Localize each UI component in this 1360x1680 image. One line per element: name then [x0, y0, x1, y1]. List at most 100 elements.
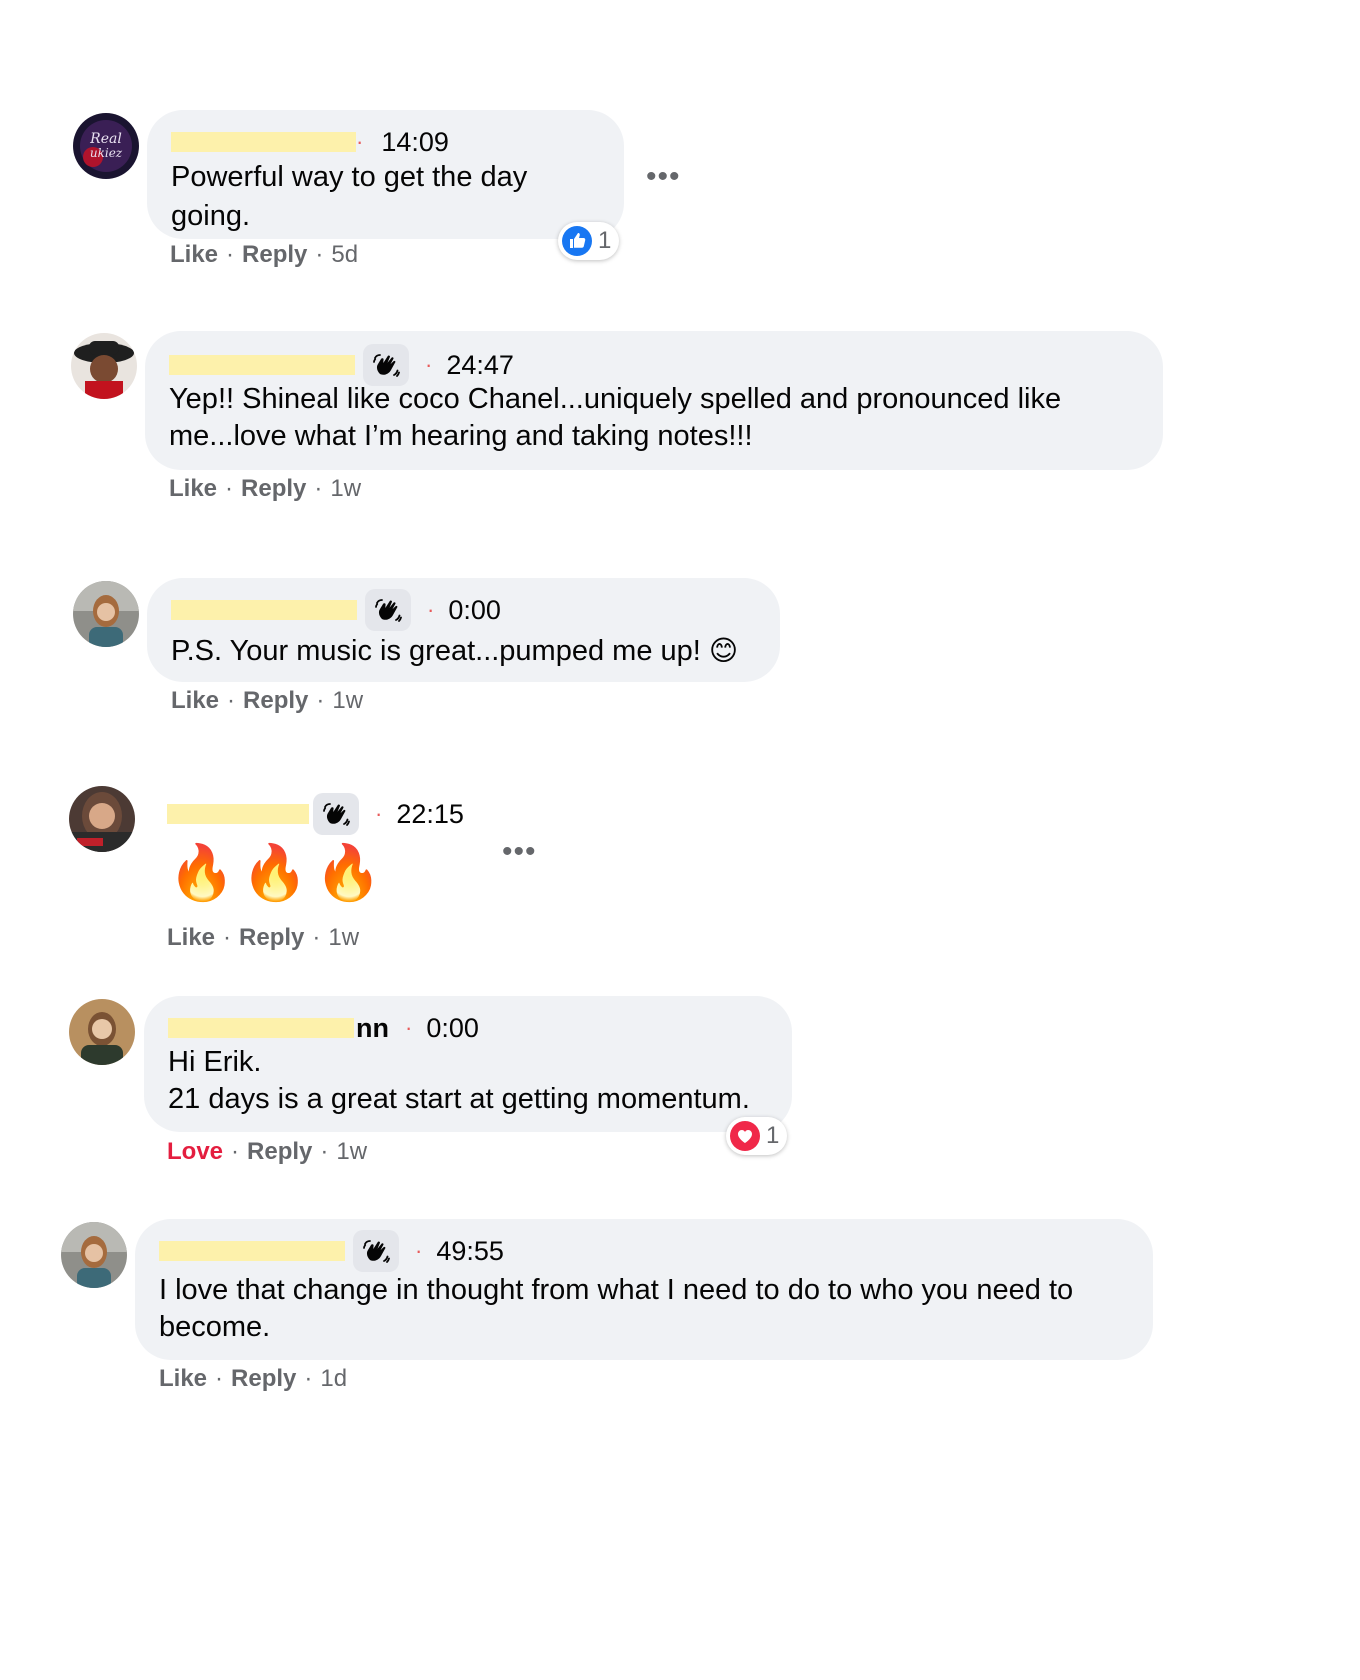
wave-badge[interactable] [353, 1230, 399, 1272]
timestamp[interactable]: 0:00 [448, 595, 501, 626]
wave-icon [363, 1240, 390, 1263]
comment-text: P.S. Your music is great...pumped me up!… [171, 631, 781, 671]
comment-header: · 24:47 [169, 344, 514, 386]
emoji-comment: 🔥 🔥 🔥 [168, 838, 382, 908]
redacted-name[interactable] [169, 355, 355, 375]
comment-text-body: P.S. Your music is great...pumped me up! [171, 635, 709, 667]
comment-text: Powerful way to get the day going. [171, 161, 528, 232]
separator-dot: · [405, 1015, 413, 1040]
comment-bubble: nn · 0:00 Hi Erik. 21 days is a great st… [144, 996, 792, 1132]
timestamp[interactable]: 24:47 [446, 350, 514, 381]
separator-dot: · [320, 1138, 329, 1165]
redacted-name[interactable] [159, 1241, 345, 1261]
reaction-count[interactable]: 1 [558, 222, 620, 260]
comment-bubble: · 24:47 Yep!! Shineal like coco Chanel..… [145, 331, 1163, 470]
more-options-button[interactable]: ••• [646, 162, 681, 192]
wave-badge[interactable] [363, 344, 409, 386]
redacted-name[interactable] [171, 132, 356, 152]
like-button[interactable]: Like [171, 687, 219, 714]
reaction-count[interactable]: 1 [726, 1117, 788, 1155]
separator-dot: · [223, 924, 232, 951]
comment-text: I love that change in thought from what … [159, 1274, 1074, 1343]
timestamp[interactable]: 14:09 [381, 127, 449, 158]
avatar[interactable] [71, 333, 137, 399]
comment-header: · 22:15 [167, 793, 464, 835]
wave-icon [323, 803, 350, 826]
reply-button[interactable]: Reply [241, 475, 306, 502]
separator-dot: · [304, 1365, 313, 1392]
redacted-name[interactable] [171, 600, 357, 620]
reply-button[interactable]: Reply [243, 687, 308, 714]
timestamp[interactable]: 0:00 [426, 1013, 479, 1044]
comment-age[interactable]: 1w [330, 475, 361, 502]
separator-dot: · [315, 241, 324, 268]
like-button[interactable]: Like [170, 241, 218, 268]
fire-emoji: 🔥 [168, 843, 236, 903]
comment-header: · 14:09 [171, 124, 449, 160]
like-button[interactable]: Like [159, 1365, 207, 1392]
avatar[interactable]: Real ukiez [73, 113, 139, 179]
avatar[interactable] [69, 786, 135, 852]
comment-text-line: Hi Erik. [168, 1046, 262, 1078]
separator-dot: · [425, 352, 433, 377]
separator-dot: · [231, 1138, 240, 1165]
love-icon [730, 1121, 760, 1151]
comment-age[interactable]: 1w [332, 687, 363, 714]
author-name-fragment[interactable]: nn [356, 1013, 389, 1044]
separator-dot: · [312, 924, 321, 951]
separator-dot: · [225, 475, 234, 502]
fire-emoji: 🔥 [314, 843, 382, 903]
comment-actions: Like · Reply · 1w [171, 687, 363, 715]
reply-button[interactable]: Reply [242, 241, 307, 268]
comment-actions: Like · Reply · 1w [169, 475, 361, 503]
comment-age[interactable]: 1d [320, 1365, 347, 1392]
wave-badge[interactable] [365, 589, 411, 631]
fire-emoji: 🔥 [241, 843, 309, 903]
wave-badge[interactable] [313, 793, 359, 835]
redacted-name[interactable] [167, 804, 309, 824]
reply-button[interactable]: Reply [231, 1365, 296, 1392]
comment-text-line: 21 days is a great start at getting mome… [168, 1083, 750, 1115]
redacted-name[interactable] [168, 1018, 354, 1038]
separator-dot: · [375, 801, 383, 826]
comment-age[interactable]: 5d [331, 241, 358, 268]
reaction-count-value: 1 [598, 227, 612, 254]
separator-dot: · [316, 687, 325, 714]
separator-dot: · [314, 475, 323, 502]
separator-dot: · [356, 129, 364, 154]
svg-text:Real: Real [89, 131, 122, 147]
like-button[interactable]: Like [167, 924, 215, 951]
comment-age[interactable]: 1w [328, 924, 359, 951]
wave-icon [375, 599, 402, 622]
timestamp[interactable]: 22:15 [396, 799, 464, 830]
comment-bubble: · 49:55 I love that change in thought fr… [135, 1219, 1153, 1360]
timestamp[interactable]: 49:55 [436, 1236, 504, 1267]
smiling-emoji: 😊 [708, 635, 739, 666]
separator-dot: · [215, 1365, 224, 1392]
comment-actions: Like · Reply · 5d [170, 241, 358, 269]
comment-bubble: · 14:09 Powerful way to get the day goin… [147, 110, 624, 239]
comment-bubble: · 0:00 P.S. Your music is great...pumped… [147, 578, 780, 682]
like-button[interactable]: Like [169, 475, 217, 502]
separator-dot: · [227, 687, 236, 714]
avatar[interactable] [73, 581, 139, 647]
separator-dot: · [427, 597, 435, 622]
avatar[interactable] [69, 999, 135, 1065]
reply-button[interactable]: Reply [239, 924, 304, 951]
avatar[interactable] [61, 1222, 127, 1288]
reply-button[interactable]: Reply [247, 1138, 312, 1165]
comment-actions: Love · Reply · 1w [167, 1138, 367, 1166]
comment-age[interactable]: 1w [336, 1138, 367, 1165]
reaction-count-value: 1 [766, 1122, 780, 1149]
comment-text: Hi Erik. 21 days is a great start at get… [168, 1044, 788, 1118]
comment-header: · 0:00 [171, 589, 501, 631]
comment-text: Yep!! Shineal like coco Chanel...uniquel… [169, 383, 1062, 452]
svg-text:ukiez: ukiez [90, 146, 123, 160]
love-button[interactable]: Love [167, 1138, 223, 1165]
separator-dot: · [226, 241, 235, 268]
comment-header: · 49:55 [159, 1230, 504, 1272]
comment-header: nn · 0:00 [168, 1010, 479, 1046]
wave-icon [373, 354, 400, 377]
comment-actions: Like · Reply · 1w [167, 924, 359, 952]
more-options-button[interactable]: ••• [502, 837, 537, 867]
